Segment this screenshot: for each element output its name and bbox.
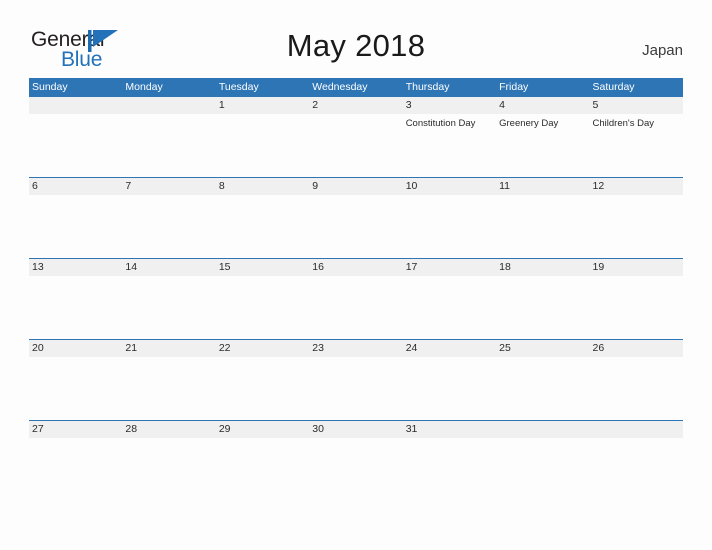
day-event <box>403 276 496 338</box>
day-number[interactable]: 8 <box>216 178 309 195</box>
day-event <box>403 195 496 257</box>
day-number[interactable]: 9 <box>309 178 402 195</box>
day-number[interactable] <box>590 421 683 438</box>
day-event <box>29 357 122 419</box>
day-event <box>122 114 215 176</box>
week-daynumber-band: 27 28 29 30 31 <box>29 421 683 438</box>
day-event <box>216 114 309 176</box>
calendar-week-row: 6 7 8 9 10 11 12 <box>29 177 683 258</box>
day-number[interactable]: 23 <box>309 340 402 357</box>
day-number[interactable]: 17 <box>403 259 496 276</box>
week-event-body <box>29 438 683 500</box>
calendar-week-row: 13 14 15 16 17 18 19 <box>29 258 683 339</box>
week-event-body <box>29 357 683 419</box>
day-number[interactable]: 29 <box>216 421 309 438</box>
day-event <box>590 195 683 257</box>
day-number[interactable]: 18 <box>496 259 589 276</box>
day-number[interactable]: 27 <box>29 421 122 438</box>
day-event <box>496 357 589 419</box>
week-daynumber-band: 6 7 8 9 10 11 12 <box>29 178 683 195</box>
day-event <box>309 357 402 419</box>
day-event <box>29 195 122 257</box>
day-event <box>309 195 402 257</box>
day-event <box>29 276 122 338</box>
calendar-week-row: 20 21 22 23 24 25 26 <box>29 339 683 420</box>
day-event <box>496 438 589 500</box>
day-event <box>122 195 215 257</box>
day-number[interactable]: 31 <box>403 421 496 438</box>
calendar-week-row: 27 28 29 30 31 <box>29 420 683 501</box>
day-number[interactable]: 26 <box>590 340 683 357</box>
weekday-header-monday: Monday <box>125 81 163 93</box>
weekday-header-sunday: Sunday <box>32 81 68 93</box>
day-event <box>216 276 309 338</box>
day-event <box>29 114 122 176</box>
day-event <box>216 195 309 257</box>
day-number[interactable]: 4 <box>496 97 589 114</box>
week-event-body <box>29 276 683 338</box>
day-number[interactable]: 12 <box>590 178 683 195</box>
day-number[interactable]: 28 <box>122 421 215 438</box>
day-event <box>122 276 215 338</box>
day-event: Greenery Day <box>499 118 559 129</box>
day-number[interactable] <box>29 97 122 114</box>
country-label: Japan <box>642 42 683 59</box>
weekday-header-thursday: Thursday <box>405 81 450 93</box>
day-event <box>216 438 309 500</box>
day-number[interactable]: 7 <box>122 178 215 195</box>
day-event <box>122 357 215 419</box>
weekday-header-row: Sunday Monday Tuesday Wednesday Thursday… <box>29 78 683 96</box>
day-number[interactable]: 13 <box>29 259 122 276</box>
day-number[interactable]: 10 <box>403 178 496 195</box>
weekday-header-friday: Friday <box>499 81 529 93</box>
week-event-body: Constitution Day Greenery Day Children's… <box>29 114 683 176</box>
day-number[interactable]: 20 <box>29 340 122 357</box>
day-number[interactable]: 15 <box>216 259 309 276</box>
day-event <box>590 438 683 500</box>
day-event <box>496 276 589 338</box>
day-number[interactable]: 1 <box>216 97 309 114</box>
calendar-week-row: 1 2 3 4 5 Constitution Day Greenery Day … <box>29 96 683 177</box>
page-header: General Blue May 2018 Japan <box>0 0 712 78</box>
day-event <box>590 357 683 419</box>
day-number[interactable]: 3 <box>403 97 496 114</box>
day-number[interactable]: 14 <box>122 259 215 276</box>
day-number[interactable]: 16 <box>309 259 402 276</box>
calendar-grid: Sunday Monday Tuesday Wednesday Thursday… <box>29 78 683 501</box>
day-event <box>496 195 589 257</box>
day-number[interactable]: 30 <box>309 421 402 438</box>
day-event <box>29 438 122 500</box>
day-event <box>403 357 496 419</box>
weekday-header-saturday: Saturday <box>592 81 635 93</box>
day-event <box>309 276 402 338</box>
day-number[interactable]: 11 <box>496 178 589 195</box>
day-number[interactable]: 5 <box>590 97 683 114</box>
day-event <box>590 276 683 338</box>
day-event <box>216 357 309 419</box>
day-event: Constitution Day <box>405 118 476 129</box>
week-daynumber-band: 20 21 22 23 24 25 26 <box>29 340 683 357</box>
day-event: Children's Day <box>592 118 655 129</box>
weekday-header-tuesday: Tuesday <box>218 81 259 93</box>
day-number[interactable] <box>122 97 215 114</box>
day-number[interactable]: 24 <box>403 340 496 357</box>
day-event <box>309 114 402 176</box>
weekday-header-wednesday: Wednesday <box>312 81 368 93</box>
day-event <box>403 438 496 500</box>
day-number[interactable]: 25 <box>496 340 589 357</box>
week-daynumber-band: 1 2 3 4 5 <box>29 97 683 114</box>
day-event <box>309 438 402 500</box>
day-number[interactable]: 2 <box>309 97 402 114</box>
week-daynumber-band: 13 14 15 16 17 18 19 <box>29 259 683 276</box>
day-number[interactable]: 19 <box>590 259 683 276</box>
day-number[interactable]: 6 <box>29 178 122 195</box>
week-event-body <box>29 195 683 257</box>
day-event <box>122 438 215 500</box>
day-number[interactable]: 22 <box>216 340 309 357</box>
day-number[interactable]: 21 <box>122 340 215 357</box>
page-title: May 2018 <box>286 28 426 63</box>
day-number[interactable] <box>496 421 589 438</box>
